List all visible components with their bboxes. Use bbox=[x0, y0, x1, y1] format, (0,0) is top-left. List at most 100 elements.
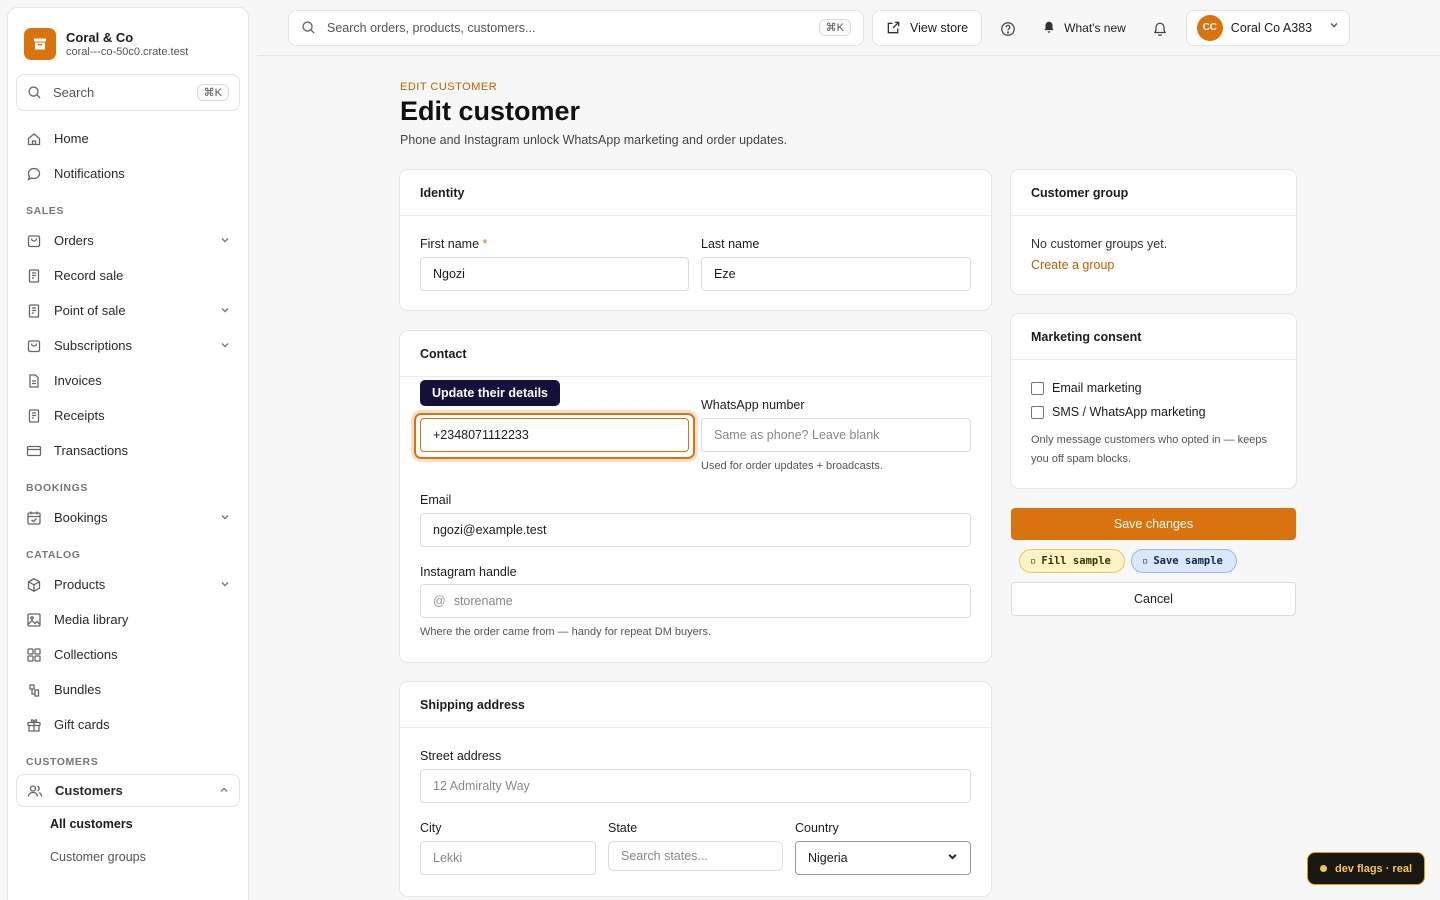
first-name-field[interactable]: Ngozi bbox=[420, 257, 689, 291]
dev-flags-label: dev flags · real bbox=[1334, 862, 1413, 875]
sidebar-search-label: Search bbox=[53, 85, 95, 100]
sidebar-item-media-library[interactable]: Media library bbox=[8, 602, 248, 637]
whats-new-label: What's new bbox=[1064, 20, 1126, 35]
chevron-up-icon[interactable] bbox=[219, 783, 229, 798]
dev-flags-button[interactable]: dev flags · real bbox=[1307, 852, 1425, 885]
whatsapp-help: Used for order updates + broadcasts. bbox=[701, 460, 883, 472]
sidebar-item-collections[interactable]: Collections bbox=[8, 637, 248, 672]
whats-new-button[interactable]: What's new bbox=[1034, 20, 1134, 36]
sidebar-item-record-sale[interactable]: Record sale bbox=[8, 258, 248, 293]
whatsapp-field[interactable]: Same as phone? Leave blank bbox=[701, 418, 971, 452]
marketing-note: Only message customers who opted in — ke… bbox=[1031, 434, 1268, 465]
email-marketing-checkbox[interactable] bbox=[1031, 381, 1044, 395]
sidebar-item-bundles[interactable]: Bundles bbox=[8, 672, 248, 707]
bell-icon bbox=[1152, 20, 1168, 36]
sidebar-item-point-of-sale[interactable]: Point of sale bbox=[8, 293, 248, 328]
city-label: City bbox=[420, 821, 442, 835]
contact-heading: Contact bbox=[400, 331, 991, 377]
brand[interactable]: Coral & Co coral---co-50c0.crate.test bbox=[8, 8, 248, 64]
last-name-label: Last name bbox=[701, 237, 760, 251]
whatsapp-label: WhatsApp number bbox=[701, 398, 805, 412]
chevron-down-icon[interactable] bbox=[220, 338, 230, 353]
phone-field[interactable]: +2348071112233 bbox=[420, 418, 689, 452]
view-store-label: View store bbox=[910, 20, 969, 35]
grid-icon bbox=[26, 647, 42, 663]
state-label: State bbox=[608, 821, 638, 835]
bag-icon bbox=[26, 233, 42, 249]
sidebar-item-label: Orders bbox=[54, 233, 94, 248]
country-select[interactable]: Nigeria bbox=[795, 841, 971, 875]
avatar: CC bbox=[1196, 14, 1223, 41]
search-icon bbox=[27, 85, 43, 101]
email-field[interactable]: ngozi@example.test bbox=[420, 513, 971, 547]
help-icon bbox=[1000, 20, 1016, 36]
at-prefix: @ bbox=[433, 594, 446, 608]
sidebar-item-subscriptions[interactable]: Subscriptions bbox=[8, 328, 248, 363]
fill-sample-button[interactable]: ▫ Fill sample bbox=[1019, 549, 1125, 573]
store-name: Coral & Co bbox=[66, 30, 134, 45]
street-label: Street address bbox=[420, 749, 502, 763]
create-group-link[interactable]: Create a group bbox=[1031, 258, 1114, 272]
help-button[interactable] bbox=[990, 10, 1026, 46]
sidebar-item-label: Media library bbox=[54, 612, 129, 627]
identity-heading: Identity bbox=[400, 170, 991, 216]
chevron-down-icon[interactable] bbox=[220, 233, 230, 248]
account-menu[interactable]: CC Coral Co A383 bbox=[1185, 9, 1350, 46]
sidebar-item-customers[interactable]: Customers bbox=[16, 774, 240, 807]
instagram-field[interactable]: @ storename bbox=[420, 584, 971, 618]
sidebar-item-invoices[interactable]: Invoices bbox=[8, 363, 248, 398]
sidebar-item-gift-cards[interactable]: Gift cards bbox=[8, 707, 248, 742]
global-search-placeholder: Search orders, products, customers... bbox=[327, 20, 536, 35]
sms-marketing-option[interactable]: SMS / WhatsApp marketing bbox=[1031, 405, 1206, 419]
shortcut-badge: ⌘K bbox=[818, 19, 851, 36]
chevron-down-icon bbox=[947, 851, 958, 865]
sidebar-item-receipts[interactable]: Receipts bbox=[8, 398, 248, 433]
sms-marketing-checkbox[interactable] bbox=[1031, 405, 1044, 419]
save-sample-button[interactable]: ▫ Save sample bbox=[1131, 549, 1237, 573]
required-mark: * bbox=[482, 237, 488, 251]
sms-marketing-label: SMS / WhatsApp marketing bbox=[1052, 405, 1206, 419]
sidebar-item-label: Collections bbox=[54, 647, 118, 662]
cancel-button[interactable]: Cancel bbox=[1011, 582, 1296, 616]
chevron-down-icon[interactable] bbox=[220, 510, 230, 525]
sidebar-item-orders[interactable]: Orders bbox=[8, 223, 248, 258]
calendar-icon bbox=[26, 510, 42, 526]
users-icon bbox=[27, 783, 43, 799]
last-name-field[interactable]: Eze bbox=[701, 257, 971, 291]
chevron-down-icon[interactable] bbox=[220, 577, 230, 592]
global-search[interactable]: Search orders, products, customers... ⌘K bbox=[288, 9, 864, 46]
status-dot-icon bbox=[1319, 865, 1327, 872]
street-field[interactable]: 12 Admiralty Way bbox=[420, 769, 971, 803]
sidebar-item-label: Point of sale bbox=[54, 303, 126, 318]
external-link-icon bbox=[886, 20, 902, 36]
receipt-icon bbox=[26, 268, 42, 284]
email-label: Email bbox=[420, 493, 452, 507]
sidebar-item-bookings[interactable]: Bookings bbox=[8, 500, 248, 535]
sidebar-item-notifications[interactable]: Notifications bbox=[8, 156, 248, 191]
save-changes-button[interactable]: Save changes bbox=[1011, 508, 1296, 540]
sidebar-search[interactable]: Search ⌘K bbox=[16, 74, 240, 111]
state-search-field[interactable]: Search states... bbox=[608, 841, 783, 871]
sidebar-item-home[interactable]: Home bbox=[8, 121, 248, 156]
store-domain: coral---co-50c0.crate.test bbox=[66, 46, 189, 58]
city-field[interactable]: Lekki bbox=[420, 841, 596, 875]
no-groups-text: No customer groups yet. bbox=[1031, 237, 1168, 251]
instagram-label: Instagram handle bbox=[420, 565, 517, 579]
view-store-button[interactable]: View store bbox=[872, 9, 983, 46]
save-sample-label: Save sample bbox=[1153, 555, 1223, 567]
notifications-button[interactable] bbox=[1142, 10, 1178, 46]
chevron-down-icon[interactable] bbox=[220, 303, 230, 318]
search-icon bbox=[301, 20, 317, 36]
email-marketing-option[interactable]: Email marketing bbox=[1031, 381, 1142, 395]
sidebar-item-transactions[interactable]: Transactions bbox=[8, 433, 248, 468]
tooltip: Update their details bbox=[420, 380, 560, 406]
sidebar-subitem-all-customers[interactable]: All customers bbox=[8, 807, 248, 840]
sidebar-nav: Home Notifications SALES Orders Record s… bbox=[8, 121, 248, 873]
sidebar-item-label: Record sale bbox=[54, 268, 124, 283]
receipt-icon bbox=[26, 303, 42, 319]
bag-icon bbox=[26, 338, 42, 354]
gift-icon bbox=[26, 717, 42, 733]
chevron-down-icon bbox=[1329, 20, 1339, 36]
sidebar-subitem-customer-groups[interactable]: Customer groups bbox=[8, 840, 248, 873]
sidebar-item-products[interactable]: Products bbox=[8, 567, 248, 602]
